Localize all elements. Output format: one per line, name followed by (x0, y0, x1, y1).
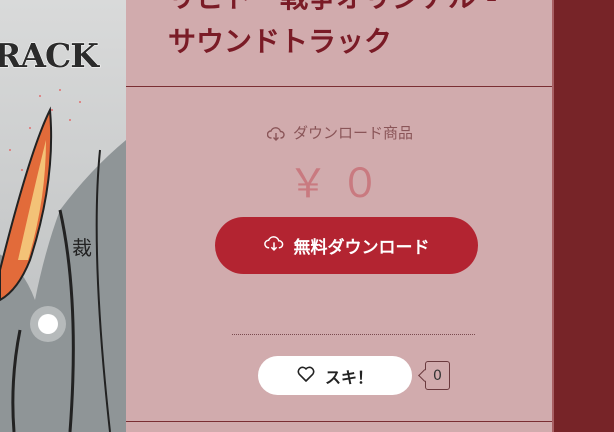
divider-bottom (126, 421, 554, 422)
product-title-line-2: サウンドトラック (168, 25, 393, 58)
like-count-badge: 0 (425, 361, 450, 390)
free-download-label: 無料ダウンロード (293, 238, 430, 258)
product-title-line-1: リビドー戦争オリジナル - (168, 0, 548, 20)
dotted-divider (232, 334, 475, 335)
heart-icon (297, 366, 315, 386)
like-button[interactable]: スキ！ (258, 356, 412, 395)
cloud-download-icon (266, 127, 285, 145)
divider-top (126, 86, 554, 87)
download-product-text: ダウンロード商品 (292, 124, 413, 142)
artwork-kanji: 裁 (72, 236, 92, 260)
like-count: 0 (433, 367, 442, 384)
download-product-label: ダウンロード商品 (126, 122, 554, 145)
free-download-button[interactable]: 無料ダウンロード (215, 217, 478, 274)
like-label: スキ！ (324, 367, 373, 387)
product-title: リビドー戦争オリジナル - サウンドトラック (168, 0, 548, 64)
product-panel: リビドー戦争オリジナル - サウンドトラック ダウンロード商品 ￥０ 無料ダウン… (126, 0, 554, 432)
right-sidebar (554, 0, 614, 432)
price: ￥０ (288, 161, 392, 207)
album-artwork: RACK 裁 (0, 0, 126, 432)
artwork-title-text: RACK (0, 36, 99, 76)
cloud-download-icon (263, 235, 284, 256)
